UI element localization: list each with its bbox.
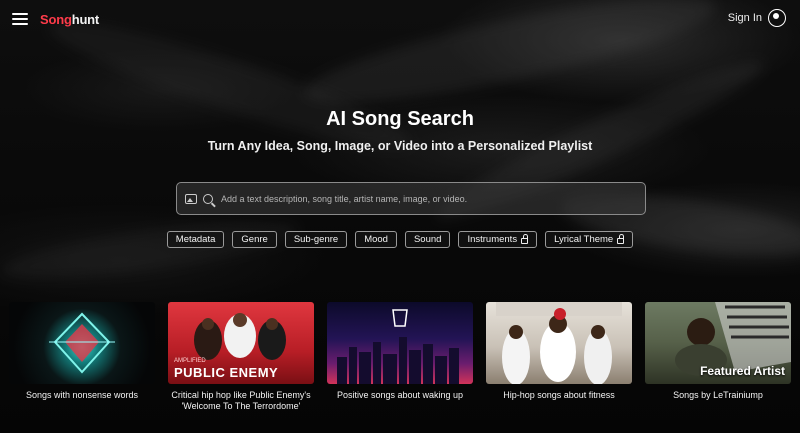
playlist-cards: Songs with nonsense words AMPLIFIED PUBL… bbox=[9, 302, 800, 412]
image-icon[interactable] bbox=[185, 193, 197, 204]
chip-label: Mood bbox=[364, 234, 388, 245]
user-circle-icon bbox=[768, 9, 786, 27]
playlist-card[interactable]: Featured Artist Songs by LeTrainiump bbox=[645, 302, 791, 412]
playlist-card[interactable]: AMPLIFIED PUBLIC ENEMY Critical hip hop … bbox=[168, 302, 314, 412]
card-thumbnail bbox=[486, 302, 632, 384]
lock-icon bbox=[521, 234, 529, 244]
search-bar[interactable] bbox=[176, 182, 646, 215]
card-thumbnail: AMPLIFIED PUBLIC ENEMY bbox=[168, 302, 314, 384]
card-caption: Hip-hop songs about fitness bbox=[503, 390, 615, 400]
chip-sub-genre[interactable]: Sub-genre bbox=[284, 231, 348, 248]
sign-in-label: Sign In bbox=[727, 12, 762, 24]
playlist-card[interactable]: Hip-hop songs about fitness bbox=[486, 302, 632, 412]
chip-label: Metadata bbox=[175, 234, 216, 245]
top-bar: Songhunt Sign In bbox=[0, 0, 800, 38]
chip-lyrical-theme[interactable]: Lyrical Theme bbox=[545, 231, 634, 248]
card-overlay: Featured Artist bbox=[700, 364, 785, 378]
chip-label: Sub-genre bbox=[293, 234, 339, 245]
chip-mood[interactable]: Mood bbox=[355, 231, 397, 248]
card-thumbnail bbox=[9, 302, 155, 384]
logo[interactable]: Songhunt bbox=[40, 12, 99, 27]
card-caption: Songs by LeTrainiump bbox=[673, 390, 763, 400]
chip-metadata[interactable]: Metadata bbox=[166, 231, 225, 248]
card-caption: Critical hip hop like Public Enemy's 'We… bbox=[171, 390, 311, 411]
search-input[interactable] bbox=[221, 193, 637, 204]
chip-label: Lyrical Theme bbox=[554, 234, 614, 245]
logo-part-1: Song bbox=[40, 11, 72, 27]
emblem-icon bbox=[49, 312, 115, 374]
chip-instruments[interactable]: Instruments bbox=[458, 231, 538, 248]
chip-sound[interactable]: Sound bbox=[404, 231, 451, 248]
city-skyline-icon bbox=[337, 309, 459, 384]
logo-part-2: hunt bbox=[71, 11, 100, 27]
page-title: AI Song Search bbox=[326, 108, 474, 130]
hero: AI Song Search Turn Any Idea, Song, Imag… bbox=[0, 108, 800, 153]
page-subtitle: Turn Any Idea, Song, Image, or Video int… bbox=[207, 139, 593, 153]
lock-icon bbox=[617, 234, 625, 244]
card-caption: Positive songs about waking up bbox=[336, 390, 464, 400]
chip-label: Sound bbox=[413, 234, 442, 245]
search-icon bbox=[203, 193, 213, 204]
sign-in-button[interactable]: Sign In bbox=[728, 9, 786, 27]
card-thumbnail: Featured Artist bbox=[645, 302, 791, 384]
group-photo-icon bbox=[496, 302, 622, 384]
card-thumbnail bbox=[327, 302, 473, 384]
playlist-card[interactable]: Songs with nonsense words bbox=[9, 302, 155, 412]
card-overlay: PUBLIC ENEMY bbox=[174, 365, 279, 380]
chip-genre[interactable]: Genre bbox=[232, 231, 277, 248]
hamburger-icon[interactable] bbox=[12, 13, 28, 25]
chip-label: Genre bbox=[241, 234, 268, 245]
chip-label: Instruments bbox=[467, 234, 518, 245]
card-caption: Songs with nonsense words bbox=[25, 390, 139, 400]
card-overlay-small: AMPLIFIED bbox=[174, 358, 206, 364]
playlist-card[interactable]: Positive songs about waking up bbox=[327, 302, 473, 412]
filter-chips: Metadata Genre Sub-genre Mood Sound Inst… bbox=[0, 231, 800, 248]
